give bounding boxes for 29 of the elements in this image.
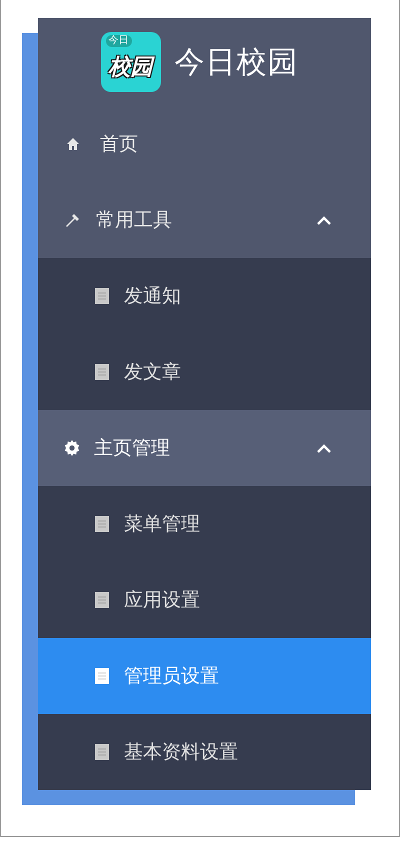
logo-badge: 今日 xyxy=(106,35,132,47)
logo-text: 校园 xyxy=(108,52,152,82)
menu-label: 常用工具 xyxy=(96,208,173,233)
app-title: 今日校园 xyxy=(174,44,298,82)
document-icon xyxy=(94,667,110,685)
chevron-icon xyxy=(317,444,331,452)
home-icon xyxy=(66,137,80,151)
document-icon xyxy=(94,515,110,533)
document-icon xyxy=(94,363,110,381)
gear-icon xyxy=(64,440,80,456)
menu-label: 菜单管理 xyxy=(124,512,201,537)
menu-label: 基本资料设置 xyxy=(124,740,239,765)
submenu-item[interactable]: 应用设置 xyxy=(38,562,371,638)
submenu-item[interactable]: 发通知 xyxy=(38,258,371,334)
menu-label: 发通知 xyxy=(124,284,182,309)
hammer-icon xyxy=(64,211,82,229)
submenu-item[interactable]: 菜单管理 xyxy=(38,486,371,562)
menu-group[interactable]: 主页管理 xyxy=(38,410,371,486)
menu-label: 应用设置 xyxy=(124,588,201,613)
submenu-item[interactable]: 发文章 xyxy=(38,334,371,410)
menu-label: 首页 xyxy=(99,132,139,157)
menu-label: 管理员设置 xyxy=(124,664,220,689)
menu-label: 主页管理 xyxy=(94,436,171,461)
document-icon xyxy=(94,743,110,761)
document-icon xyxy=(94,591,110,609)
chevron-icon xyxy=(317,216,331,224)
menu-label: 发文章 xyxy=(124,360,182,385)
document-icon xyxy=(94,287,110,305)
submenu-item[interactable]: 基本资料设置 xyxy=(38,714,371,790)
